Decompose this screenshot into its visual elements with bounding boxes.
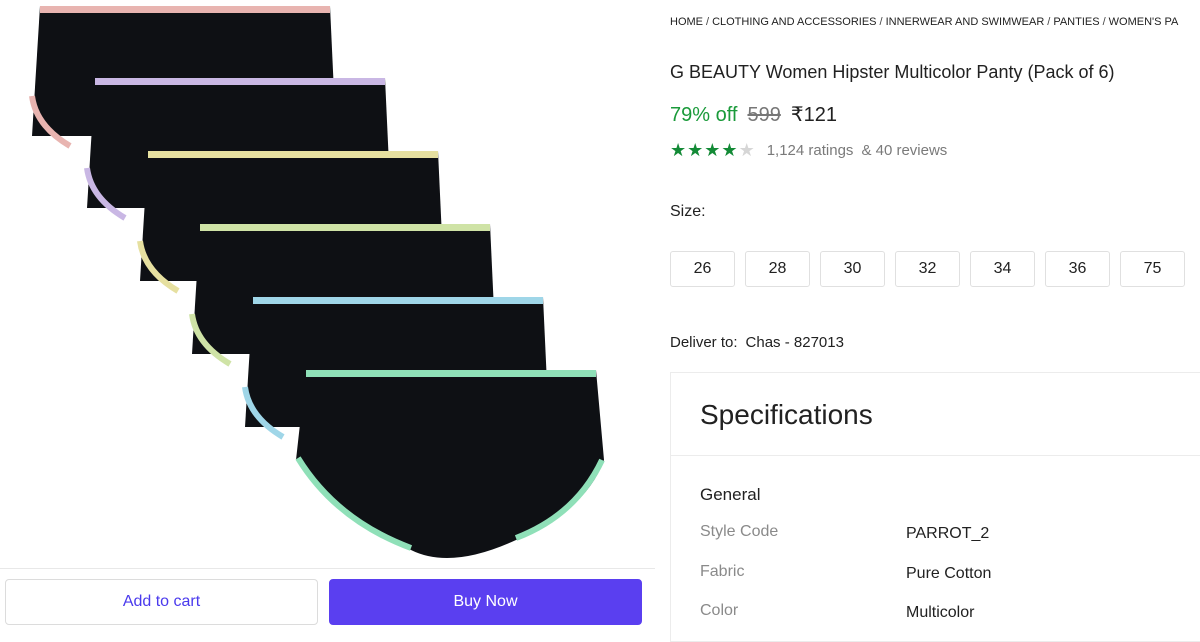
product-image[interactable] xyxy=(0,0,655,570)
size-option-32[interactable]: 32 xyxy=(895,251,960,287)
breadcrumb-home[interactable]: HOME xyxy=(670,16,703,28)
star-icon: ★ xyxy=(687,140,704,160)
deliver-to-label: Deliver to: xyxy=(670,334,738,351)
size-label: Size: xyxy=(670,203,706,220)
breadcrumb-separator: / xyxy=(1102,16,1106,28)
spec-value: Multicolor xyxy=(906,604,975,621)
spec-section-general: General xyxy=(700,485,761,504)
original-price: 599 xyxy=(747,104,781,126)
breadcrumb-separator: / xyxy=(879,16,883,28)
size-options: 26 28 30 32 34 36 75 xyxy=(670,251,1185,287)
breadcrumb-panties[interactable]: PANTIES xyxy=(1053,16,1099,28)
ratings-count[interactable]: 1,124 ratings xyxy=(767,142,854,159)
breadcrumb-separator: / xyxy=(706,16,710,28)
size-option-34[interactable]: 34 xyxy=(970,251,1035,287)
buy-now-button[interactable]: Buy Now xyxy=(329,579,642,625)
breadcrumb-womens-panties[interactable]: WOMEN'S PA xyxy=(1109,16,1179,28)
spec-key: Fabric xyxy=(700,563,745,580)
size-option-36[interactable]: 36 xyxy=(1045,251,1110,287)
delivery-row: Deliver to: Chas - 827013 xyxy=(670,334,844,351)
delivery-location[interactable]: Chas - 827013 xyxy=(746,334,844,351)
spec-value: Pure Cotton xyxy=(906,565,992,582)
spec-key: Style Code xyxy=(700,523,779,540)
size-option-30[interactable]: 30 xyxy=(820,251,885,287)
add-to-cart-button[interactable]: Add to cart xyxy=(5,579,318,625)
breadcrumb-innerwear[interactable]: INNERWEAR AND SWIMWEAR xyxy=(886,16,1045,28)
specifications-header: Specifications xyxy=(671,373,1200,456)
star-icon: ★ xyxy=(704,140,721,160)
product-image-panel: Add to cart Buy Now xyxy=(0,0,655,635)
star-icon: ★ xyxy=(738,140,755,160)
product-details: HOME / CLOTHING AND ACCESSORIES / INNERWEAR … xyxy=(670,0,1200,642)
reviews-count[interactable]: & 40 reviews xyxy=(861,142,947,159)
star-icon: ★ xyxy=(721,140,738,160)
size-option-75[interactable]: 75 xyxy=(1120,251,1185,287)
spec-value: PARROT_2 xyxy=(906,525,990,542)
spec-key: Color xyxy=(700,602,739,619)
price-row: 79% off 599 ₹121 xyxy=(670,102,837,127)
rating-stars: ★ ★ ★ ★ ★ xyxy=(670,141,755,159)
rating-row[interactable]: ★ ★ ★ ★ ★ 1,124 ratings & 40 reviews xyxy=(670,141,947,159)
panty-6 xyxy=(295,370,605,558)
size-option-28[interactable]: 28 xyxy=(745,251,810,287)
star-icon: ★ xyxy=(670,140,687,160)
breadcrumb-clothing[interactable]: CLOTHING AND ACCESSORIES xyxy=(712,16,876,28)
size-option-26[interactable]: 26 xyxy=(670,251,735,287)
selling-price: ₹121 xyxy=(790,104,837,126)
specifications-title: Specifications xyxy=(700,399,873,430)
breadcrumb: HOME / CLOTHING AND ACCESSORIES / INNERWEAR … xyxy=(670,16,1178,28)
product-title: G BEAUTY Women Hipster Multicolor Panty … xyxy=(670,62,1115,82)
discount-label: 79% off xyxy=(670,104,738,126)
specifications-card: Specifications General Style Code PARROT… xyxy=(670,372,1200,642)
cta-bar: Add to cart Buy Now xyxy=(0,568,655,635)
breadcrumb-separator: / xyxy=(1047,16,1051,28)
